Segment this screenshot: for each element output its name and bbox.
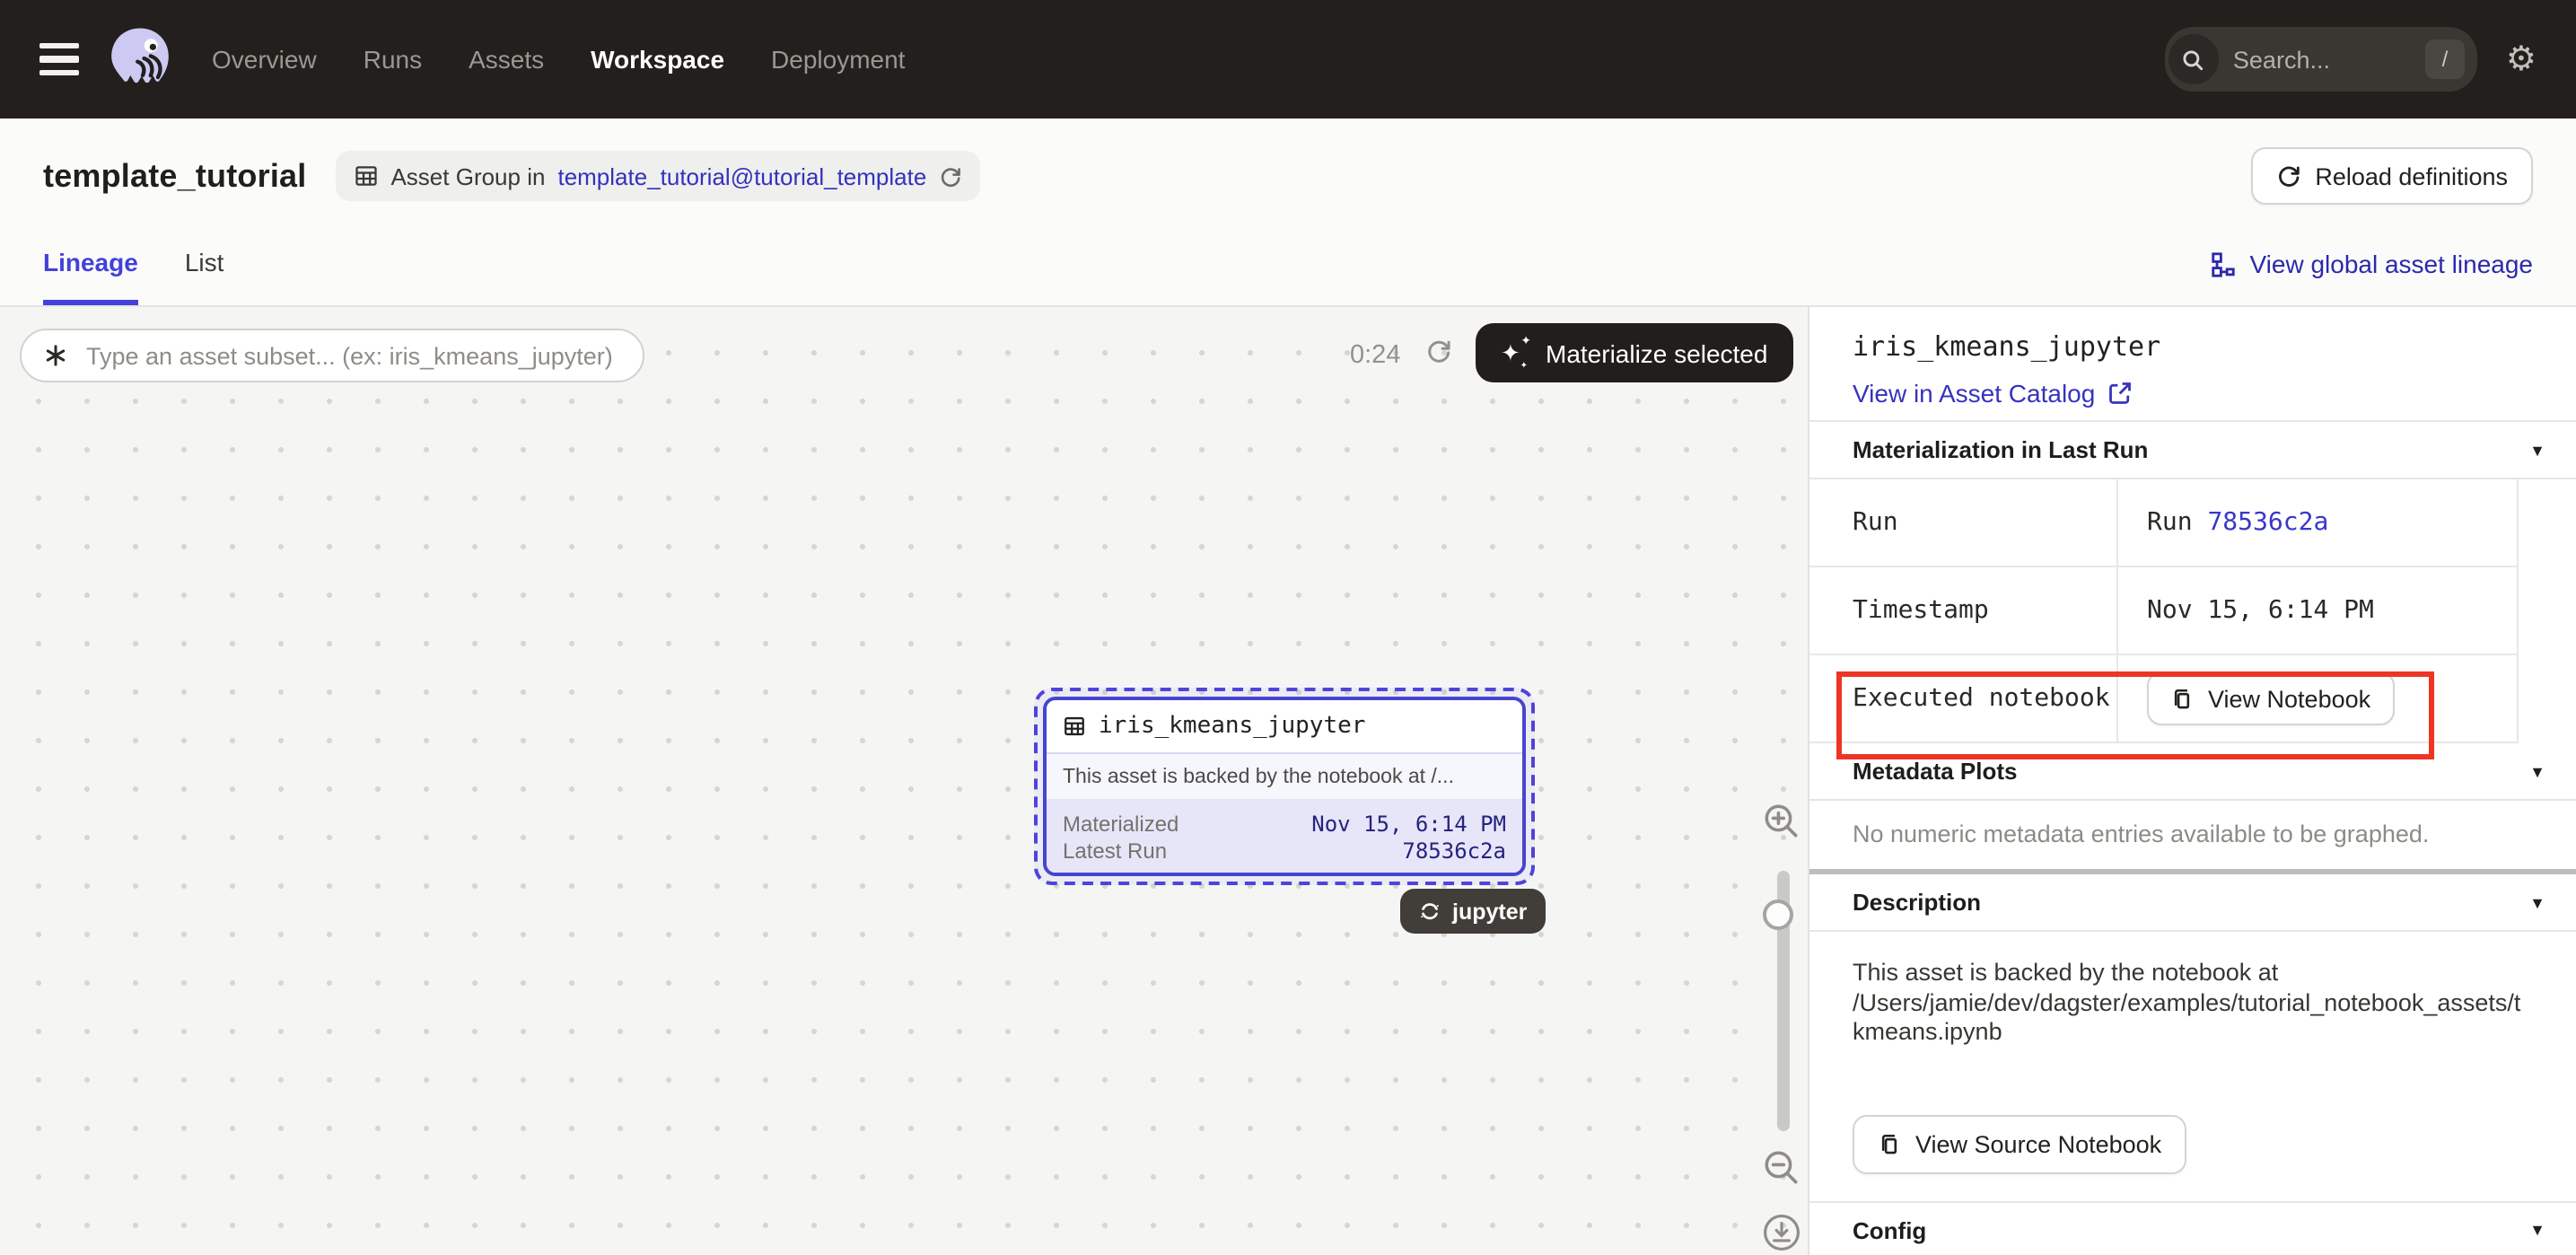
tab-list[interactable]: List (185, 233, 224, 305)
asset-graph-filter-icon (43, 343, 68, 368)
breadcrumb-prefix: Asset Group in (390, 162, 545, 189)
asset-subset-filter[interactable] (20, 329, 644, 382)
search-icon (2169, 34, 2219, 84)
jupyter-tag-label: jupyter (1452, 899, 1527, 924)
hamburger-menu-icon[interactable] (39, 43, 79, 76)
section-description-header[interactable]: Description ▼ (1809, 874, 2576, 932)
description-line: This asset is backed by the notebook at (1853, 959, 2533, 988)
nav-item-runs[interactable]: Runs (364, 45, 422, 74)
materialized-label: Materialized (1063, 811, 1178, 836)
reload-icon (2275, 163, 2300, 189)
nav-item-workspace[interactable]: Workspace (591, 45, 724, 74)
lineage-graph-icon (2211, 250, 2238, 277)
executed-notebook-row-label: Executed notebook (1809, 655, 2118, 742)
table-row-timestamp: Timestamp Nov 15, 6:14 PM (1809, 567, 2517, 655)
latest-run-value[interactable]: 78536c2a (1402, 838, 1506, 863)
asset-node-header: iris_kmeans_jupyter (1047, 700, 1522, 754)
zoom-in-icon[interactable] (1761, 801, 1802, 851)
description-line: kmeans.ipynb (1853, 1018, 2533, 1048)
asset-subset-input[interactable] (83, 340, 621, 371)
global-search[interactable]: / (2165, 27, 2477, 92)
notebook-icon (2170, 687, 2194, 710)
view-global-asset-lineage-link[interactable]: View global asset lineage (2211, 233, 2534, 285)
reload-definitions-button[interactable]: Reload definitions (2250, 147, 2533, 205)
chevron-down-icon[interactable]: ▼ (2529, 441, 2545, 459)
jupyter-icon (1418, 900, 1441, 923)
search-shortcut-badge: / (2425, 39, 2465, 79)
view-in-asset-catalog-link[interactable]: View in Asset Catalog (1853, 379, 2533, 408)
breadcrumb-refresh-icon[interactable] (939, 164, 962, 188)
view-global-asset-lineage-label: View global asset lineage (2250, 250, 2534, 278)
refresh-timer: 0:24 (1350, 341, 1400, 370)
panel-asset-name: iris_kmeans_jupyter (1853, 330, 2533, 363)
asset-sidebar-panel: iris_kmeans_jupyter View in Asset Catalo… (1809, 307, 2576, 1255)
asset-node-name: iris_kmeans_jupyter (1099, 713, 1365, 740)
dagster-logo-icon (104, 23, 176, 95)
download-image-icon[interactable] (1761, 1212, 1802, 1255)
table-row-run: Run Run 78536c2a (1809, 479, 2517, 567)
description-line: /Users/jamie/dev/dagster/examples/tutori… (1853, 988, 2533, 1018)
view-in-asset-catalog-label: View in Asset Catalog (1853, 379, 2095, 408)
materialized-value[interactable]: Nov 15, 6:14 PM (1311, 811, 1506, 836)
section-metadata-plots-header[interactable]: Metadata Plots ▼ (1809, 743, 2576, 801)
section-description-title: Description (1853, 889, 1981, 916)
nav-links: Overview Runs Assets Workspace Deploymen… (212, 45, 905, 74)
chevron-down-icon[interactable]: ▼ (2529, 893, 2545, 911)
metadata-plots-empty-message: No numeric metadata entries available to… (1809, 801, 2576, 869)
chevron-down-icon[interactable]: ▼ (2529, 762, 2545, 780)
run-value-prefix: Run (2147, 508, 2207, 537)
tab-lineage[interactable]: Lineage (43, 233, 138, 305)
breadcrumb-link[interactable]: template_tutorial@tutorial_template (557, 162, 926, 189)
run-row-label: Run (1809, 479, 2118, 566)
section-config-header[interactable]: Config ▼ (1809, 1200, 2576, 1255)
section-metadata-plots-title: Metadata Plots (1853, 758, 2018, 785)
reload-definitions-label: Reload definitions (2315, 162, 2508, 189)
dagster-app: Overview Runs Assets Workspace Deploymen… (0, 0, 2576, 1255)
materialization-table: Run Run 78536c2a Timestamp Nov 15, 6:14 … (1809, 479, 2519, 743)
chevron-down-icon[interactable]: ▼ (2529, 1221, 2545, 1239)
zoom-out-icon[interactable] (1761, 1147, 1802, 1198)
gear-icon[interactable]: ⚙ (2506, 42, 2537, 76)
page-title: template_tutorial (43, 157, 306, 195)
asset-group-grid-icon (353, 163, 378, 189)
asset-node-description: This asset is backed by the notebook at … (1047, 754, 1522, 801)
graph-refresh-icon[interactable] (1425, 338, 1452, 373)
asset-node-stats: Materialized Nov 15, 6:14 PM Latest Run … (1047, 801, 1522, 873)
timestamp-row-label: Timestamp (1809, 567, 2118, 654)
page-header: template_tutorial Asset Group in templat… (0, 118, 2576, 233)
asset-graph-canvas[interactable]: 0:24 ✦✦✦ Materialize selected iris_kmean… (0, 307, 1809, 1255)
section-config-title: Config (1853, 1216, 1926, 1243)
materialize-selected-label: Materialize selected (1546, 338, 1767, 367)
tabs-row: Lineage List View global asset lineage (0, 233, 2576, 307)
latest-run-label: Latest Run (1063, 838, 1167, 863)
view-source-notebook-label: View Source Notebook (1915, 1130, 2161, 1157)
notebook-icon (1878, 1132, 1901, 1155)
asset-node-card[interactable]: iris_kmeans_jupyter This asset is backed… (1043, 697, 1526, 876)
table-icon (1063, 715, 1086, 738)
materialize-selected-button[interactable]: ✦✦✦ Materialize selected (1476, 323, 1792, 382)
asset-node-selected[interactable]: iris_kmeans_jupyter This asset is backed… (1034, 688, 1535, 885)
compute-kind-tag-jupyter[interactable]: jupyter (1400, 889, 1545, 934)
top-nav: Overview Runs Assets Workspace Deploymen… (0, 0, 2576, 118)
external-link-icon (2107, 381, 2133, 406)
section-materialization-header[interactable]: Materialization in Last Run ▼ (1809, 420, 2576, 479)
sparkle-icon: ✦✦✦ (1501, 338, 1529, 367)
description-text: This asset is backed by the notebook at … (1809, 932, 2576, 1048)
breadcrumb: Asset Group in template_tutorial@tutoria… (335, 151, 980, 201)
view-source-notebook-button[interactable]: View Source Notebook (1853, 1114, 2186, 1173)
content: 0:24 ✦✦✦ Materialize selected iris_kmean… (0, 307, 2576, 1255)
timestamp-value: Nov 15, 6:14 PM (2118, 567, 2517, 654)
nav-item-overview[interactable]: Overview (212, 45, 317, 74)
view-notebook-label: View Notebook (2208, 685, 2370, 712)
nav-item-deployment[interactable]: Deployment (771, 45, 905, 74)
search-input[interactable] (2219, 46, 2425, 73)
run-id-link[interactable]: 78536c2a (2207, 508, 2328, 537)
table-row-executed-notebook: Executed notebook View Notebook (1809, 655, 2517, 743)
panel-header: iris_kmeans_jupyter View in Asset Catalo… (1809, 307, 2576, 420)
nav-item-assets[interactable]: Assets (469, 45, 544, 74)
section-materialization-title: Materialization in Last Run (1853, 436, 2148, 463)
zoom-slider-thumb[interactable] (1763, 900, 1793, 930)
view-notebook-button[interactable]: View Notebook (2147, 671, 2394, 725)
